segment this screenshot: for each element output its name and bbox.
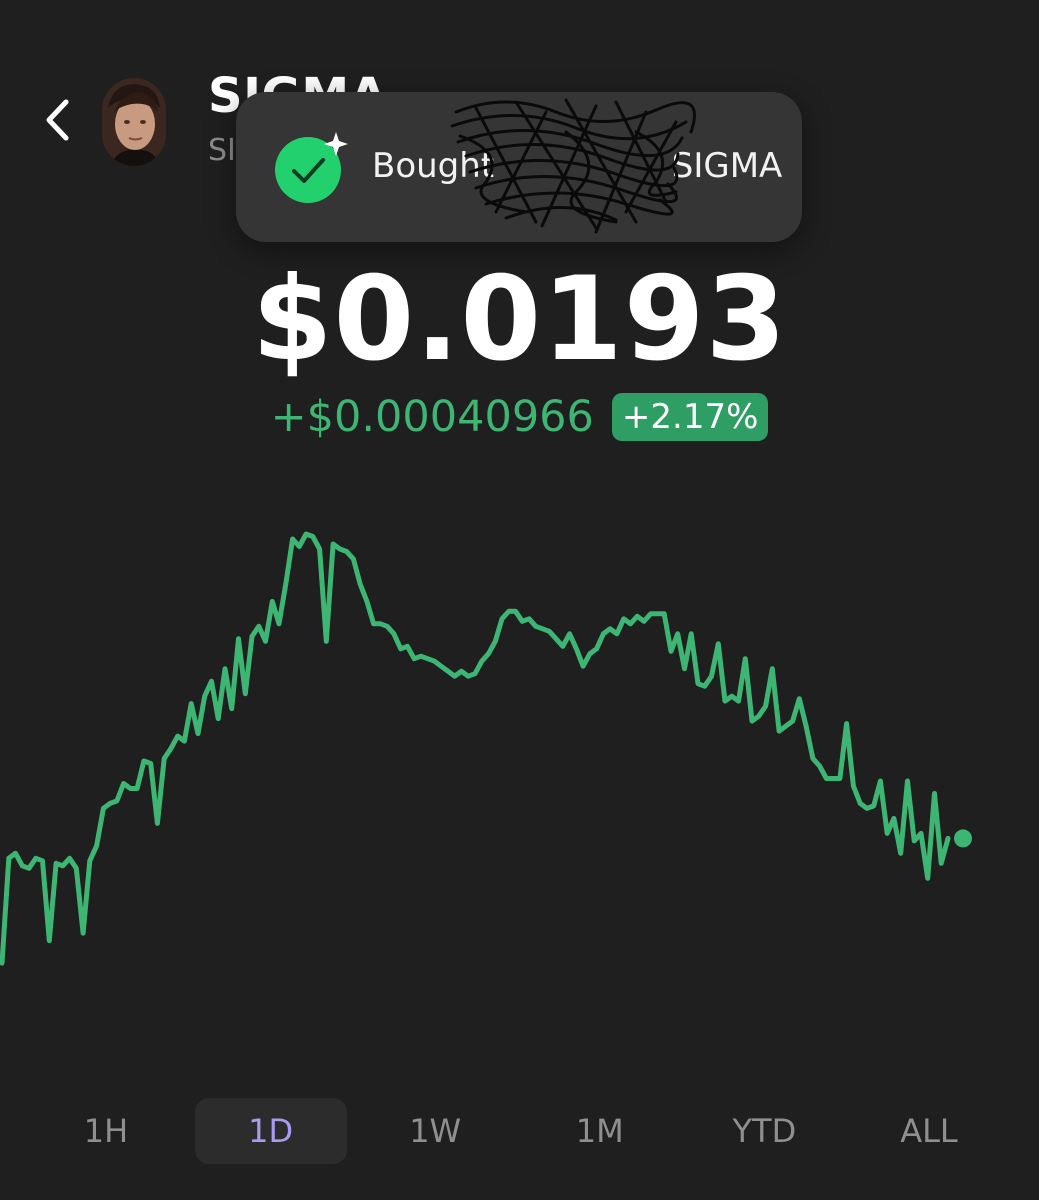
current-price: $0.0193 — [251, 252, 788, 387]
back-button[interactable] — [30, 92, 84, 148]
price-change-absolute: +$0.00040966 — [270, 392, 594, 442]
redaction-scribble — [450, 98, 696, 234]
price-line — [0, 531, 951, 966]
range-1d-button[interactable]: 1D — [194, 1098, 347, 1164]
avatar-image — [102, 78, 166, 166]
range-all-button[interactable]: ALL — [853, 1098, 1005, 1164]
price-change: +$0.00040966 +2.17% — [0, 392, 1039, 442]
token-symbol: SI — [208, 133, 236, 168]
purchase-toast[interactable]: Bought SIGMA — [236, 92, 802, 242]
token-avatar — [102, 78, 166, 166]
time-range-selector: 1H 1D 1W 1M YTD ALL — [30, 1098, 1005, 1164]
range-1m-button[interactable]: 1M — [524, 1098, 676, 1164]
range-1h-button[interactable]: 1H — [30, 1098, 182, 1164]
range-1w-button[interactable]: 1W — [359, 1098, 511, 1164]
check-sparkle-icon — [275, 132, 348, 203]
range-ytd-button[interactable]: YTD — [688, 1098, 840, 1164]
price-change-percent-badge: +2.17% — [611, 393, 769, 441]
current-price-dot — [954, 829, 972, 848]
chevron-left-icon — [46, 99, 69, 141]
